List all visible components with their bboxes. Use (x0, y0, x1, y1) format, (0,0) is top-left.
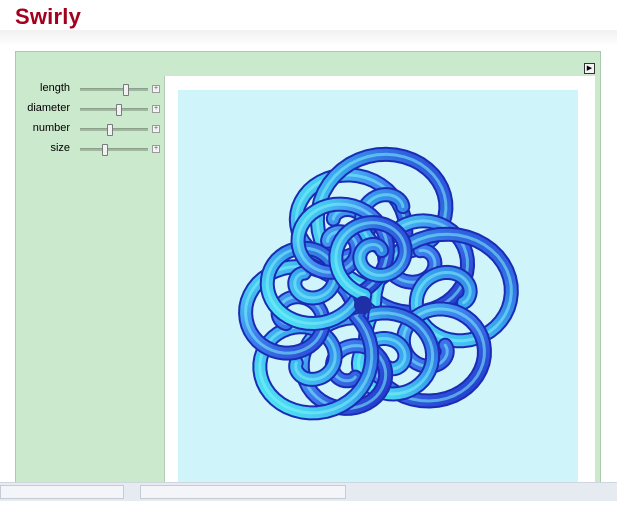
control-length: length + (16, 82, 166, 96)
output-frame (164, 76, 595, 501)
slider-length[interactable] (80, 84, 148, 96)
control-length-label: length (40, 82, 70, 94)
expand-length-button[interactable]: + (152, 85, 160, 93)
play-triangle-icon: ▶ (586, 65, 593, 72)
control-diameter-label: diameter (27, 102, 70, 114)
swirly-3d-plot[interactable] (178, 90, 578, 501)
swirl-center-hub (354, 296, 372, 314)
plus-icon: + (153, 105, 159, 112)
bottom-tab-left[interactable] (0, 485, 124, 499)
title-shade (0, 30, 617, 46)
control-size: size + (16, 142, 166, 156)
control-size-label: size (50, 142, 70, 154)
slider-number[interactable] (80, 124, 148, 136)
plus-icon: + (153, 125, 159, 132)
slider-size-thumb[interactable] (101, 144, 108, 156)
page-title: Swirly (15, 4, 82, 29)
swirly-3d-graphic[interactable] (178, 90, 578, 501)
expand-size-button[interactable]: + (152, 145, 160, 153)
bottom-scrollbar[interactable] (0, 482, 617, 501)
manipulate-panel: ▶ length + diameter + number + size + (15, 51, 601, 501)
control-diameter: diameter + (16, 102, 166, 116)
slider-size[interactable] (80, 144, 148, 156)
slider-length-thumb[interactable] (123, 84, 130, 96)
expand-number-button[interactable]: + (152, 125, 160, 133)
swirl-group (238, 146, 519, 421)
plus-icon: + (153, 145, 159, 152)
control-number-label: number (32, 122, 70, 134)
control-number: number + (16, 122, 166, 136)
panel-menu-toggle[interactable]: ▶ (584, 63, 595, 74)
plus-icon: + (153, 85, 159, 92)
slider-number-thumb[interactable] (106, 124, 113, 136)
slider-diameter[interactable] (80, 104, 148, 116)
slider-diameter-thumb[interactable] (115, 104, 122, 116)
bottom-tab-right[interactable] (140, 485, 346, 499)
expand-diameter-button[interactable]: + (152, 105, 160, 113)
